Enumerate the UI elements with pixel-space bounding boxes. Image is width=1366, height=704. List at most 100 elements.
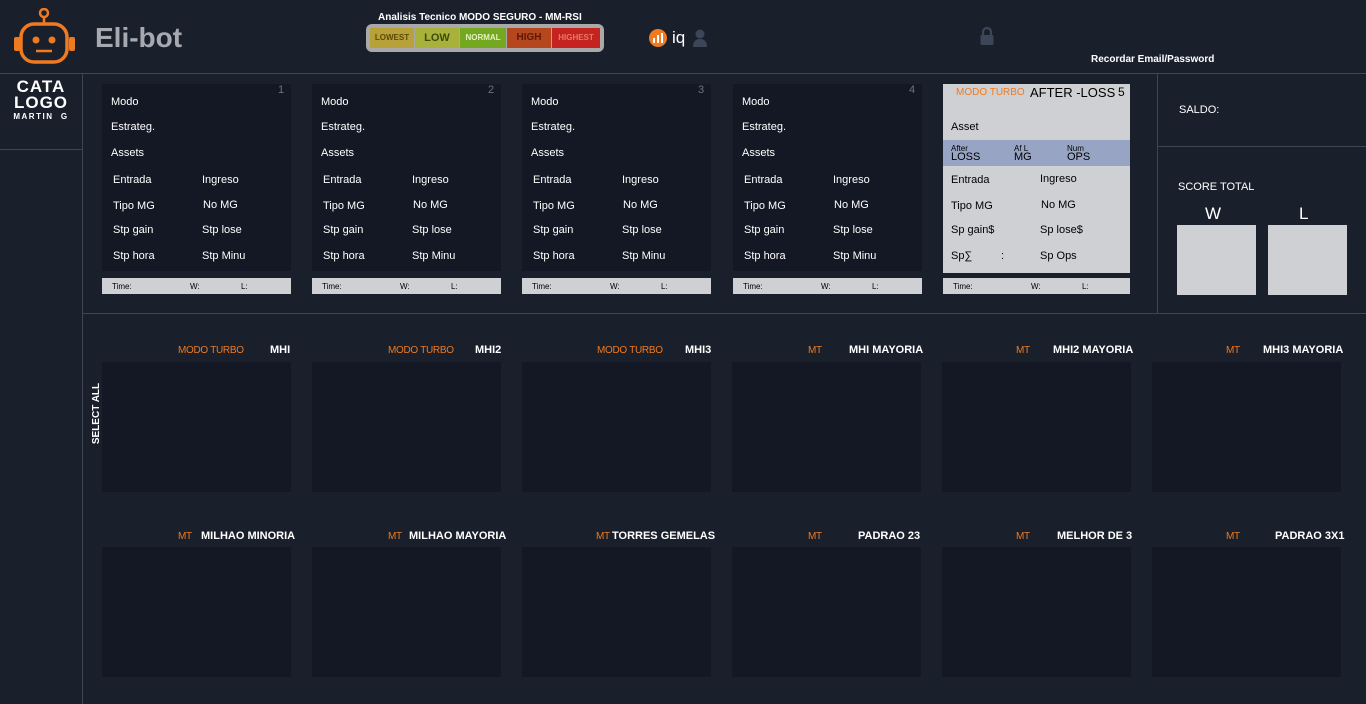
afterloss-ingreso[interactable]: Ingreso [1040,173,1077,185]
entrada-label[interactable]: Entrada [533,174,572,186]
score-w-label: W [1205,204,1222,223]
ingreso-label[interactable]: Ingreso [622,174,659,186]
modo-label[interactable]: Modo [742,96,770,108]
no-mg-label[interactable]: No MG [834,199,869,211]
afterloss-highlight-row[interactable]: After LOSS Af L MG Num OPS [943,140,1130,166]
ingreso-label[interactable]: Ingreso [412,174,449,186]
strategy-card-row1-2[interactable] [312,362,501,492]
risk-highest[interactable]: HIGHEST [552,28,600,48]
afterloss-time-label: Time: [953,282,973,291]
tipo-mg-label[interactable]: Tipo MG [744,200,786,212]
broker-logo-icon[interactable] [648,28,668,48]
strategy-name-row1-2: MHI2 [475,344,502,356]
stp-minu-label[interactable]: Stp Minu [622,250,665,262]
stp-gain-label[interactable]: Stp gain [744,224,784,236]
strategy-card-row2-3[interactable] [522,547,711,677]
risk-lowest[interactable]: LOWEST [370,28,414,48]
modo-label[interactable]: Modo [321,96,349,108]
strategy-card-row1-6[interactable] [1152,362,1341,492]
remember-credentials-link[interactable]: Recordar Email/Password [1091,54,1214,65]
config-panel-3-footer: Time: W: L: [522,278,711,294]
modo-label[interactable]: Modo [111,96,139,108]
afterloss-panel[interactable]: MODO TURBO AFTER -LOSS 5 Asset After LOS… [943,84,1130,273]
user-icon[interactable] [692,28,708,48]
afterloss-sp-gain[interactable]: Sp gain$ [951,224,994,236]
assets-label[interactable]: Assets [111,147,144,159]
afterloss-sp-lose[interactable]: Sp lose$ [1040,224,1083,236]
strategy-name-row2-1: MILHAO MINORIA [201,530,296,542]
config-panel-4-footer: Time: W: L: [733,278,922,294]
select-all-button[interactable]: SELECT ALL [91,383,102,444]
tipo-mg-label[interactable]: Tipo MG [323,200,365,212]
no-mg-label[interactable]: No MG [413,199,448,211]
stp-hora-label[interactable]: Stp hora [533,250,575,262]
stp-lose-label[interactable]: Stp lose [412,224,452,236]
config-divider [83,313,1366,314]
entrada-label[interactable]: Entrada [744,174,783,186]
risk-normal[interactable]: NORMAL [460,28,506,48]
no-mg-label[interactable]: No MG [203,199,238,211]
panel-number: 3 [698,84,705,96]
stp-gain-label[interactable]: Stp gain [113,224,153,236]
stp-gain-label[interactable]: Stp gain [323,224,363,236]
stp-gain-label[interactable]: Stp gain [533,224,573,236]
strategy-card-row1-5[interactable] [942,362,1131,492]
robot-logo-icon [12,7,78,66]
score-divider-horizontal [1157,146,1366,147]
strategy-card-row2-6[interactable] [1152,547,1341,677]
lock-icon[interactable] [979,26,995,46]
strategy-card-row1-4[interactable] [732,362,921,492]
stp-minu-label[interactable]: Stp Minu [202,250,245,262]
risk-high[interactable]: HIGH [507,28,551,48]
tipo-mg-label[interactable]: Tipo MG [533,200,575,212]
strategy-card-row2-4[interactable] [732,547,921,677]
modo-label[interactable]: Modo [531,96,559,108]
afterloss-tipo-mg[interactable]: Tipo MG [951,200,993,212]
strategy-card-row2-5[interactable] [942,547,1131,677]
strategy-card-row2-1[interactable] [102,547,291,677]
config-panel-2[interactable]: 2 Modo Estrateg. Assets Entrada Ingreso … [312,84,501,271]
tipo-mg-label[interactable]: Tipo MG [113,200,155,212]
config-panel-3[interactable]: 3 Modo Estrateg. Assets Entrada Ingreso … [522,84,711,271]
strategy-card-row1-1[interactable] [102,362,291,492]
l-label: L: [661,282,668,291]
stp-lose-label[interactable]: Stp lose [622,224,662,236]
afterloss-sp-ops[interactable]: Sp Ops [1040,250,1077,262]
strategy-name-row2-5: MELHOR DE 3 [1057,530,1133,542]
estrateg-label[interactable]: Estrateg. [321,121,365,133]
afterloss-asset-label[interactable]: Asset [951,121,979,133]
ingreso-label[interactable]: Ingreso [833,174,870,186]
assets-label[interactable]: Assets [321,147,354,159]
stp-hora-label[interactable]: Stp hora [113,250,155,262]
strategy-card-row2-2[interactable] [312,547,501,677]
stp-hora-label[interactable]: Stp hora [744,250,786,262]
estrateg-label[interactable]: Estrateg. [742,121,786,133]
estrateg-label[interactable]: Estrateg. [111,121,155,133]
strategy-name-row2-3: TORRES GEMELAS [612,530,716,542]
stp-lose-label[interactable]: Stp lose [202,224,242,236]
entrada-label[interactable]: Entrada [113,174,152,186]
time-label: Time: [322,282,342,291]
risk-level-selector[interactable]: LOWEST LOW NORMAL HIGH HIGHEST [366,24,604,52]
estrateg-label[interactable]: Estrateg. [531,121,575,133]
broker-label: iq [672,28,686,47]
afterloss-entrada[interactable]: Entrada [951,174,990,186]
strategy-tag: MODO TURBO [597,345,663,356]
panel-number: 2 [488,84,495,96]
l-label: L: [241,282,248,291]
assets-label[interactable]: Assets [531,147,564,159]
no-mg-label[interactable]: No MG [623,199,658,211]
risk-low[interactable]: LOW [415,28,459,48]
strategy-card-row1-3[interactable] [522,362,711,492]
ingreso-label[interactable]: Ingreso [202,174,239,186]
config-panel-4[interactable]: 4 Modo Estrateg. Assets Entrada Ingreso … [733,84,922,271]
entrada-label[interactable]: Entrada [323,174,362,186]
stp-lose-label[interactable]: Stp lose [833,224,873,236]
stp-minu-label[interactable]: Stp Minu [412,250,455,262]
assets-label[interactable]: Assets [742,147,775,159]
afterloss-no-mg[interactable]: No MG [1041,199,1076,211]
config-panel-1[interactable]: 1 Modo Estrateg. Assets Entrada Ingreso … [102,84,291,271]
afterloss-sp-sigma[interactable]: Sp∑ [951,250,972,262]
stp-hora-label[interactable]: Stp hora [323,250,365,262]
stp-minu-label[interactable]: Stp Minu [833,250,876,262]
